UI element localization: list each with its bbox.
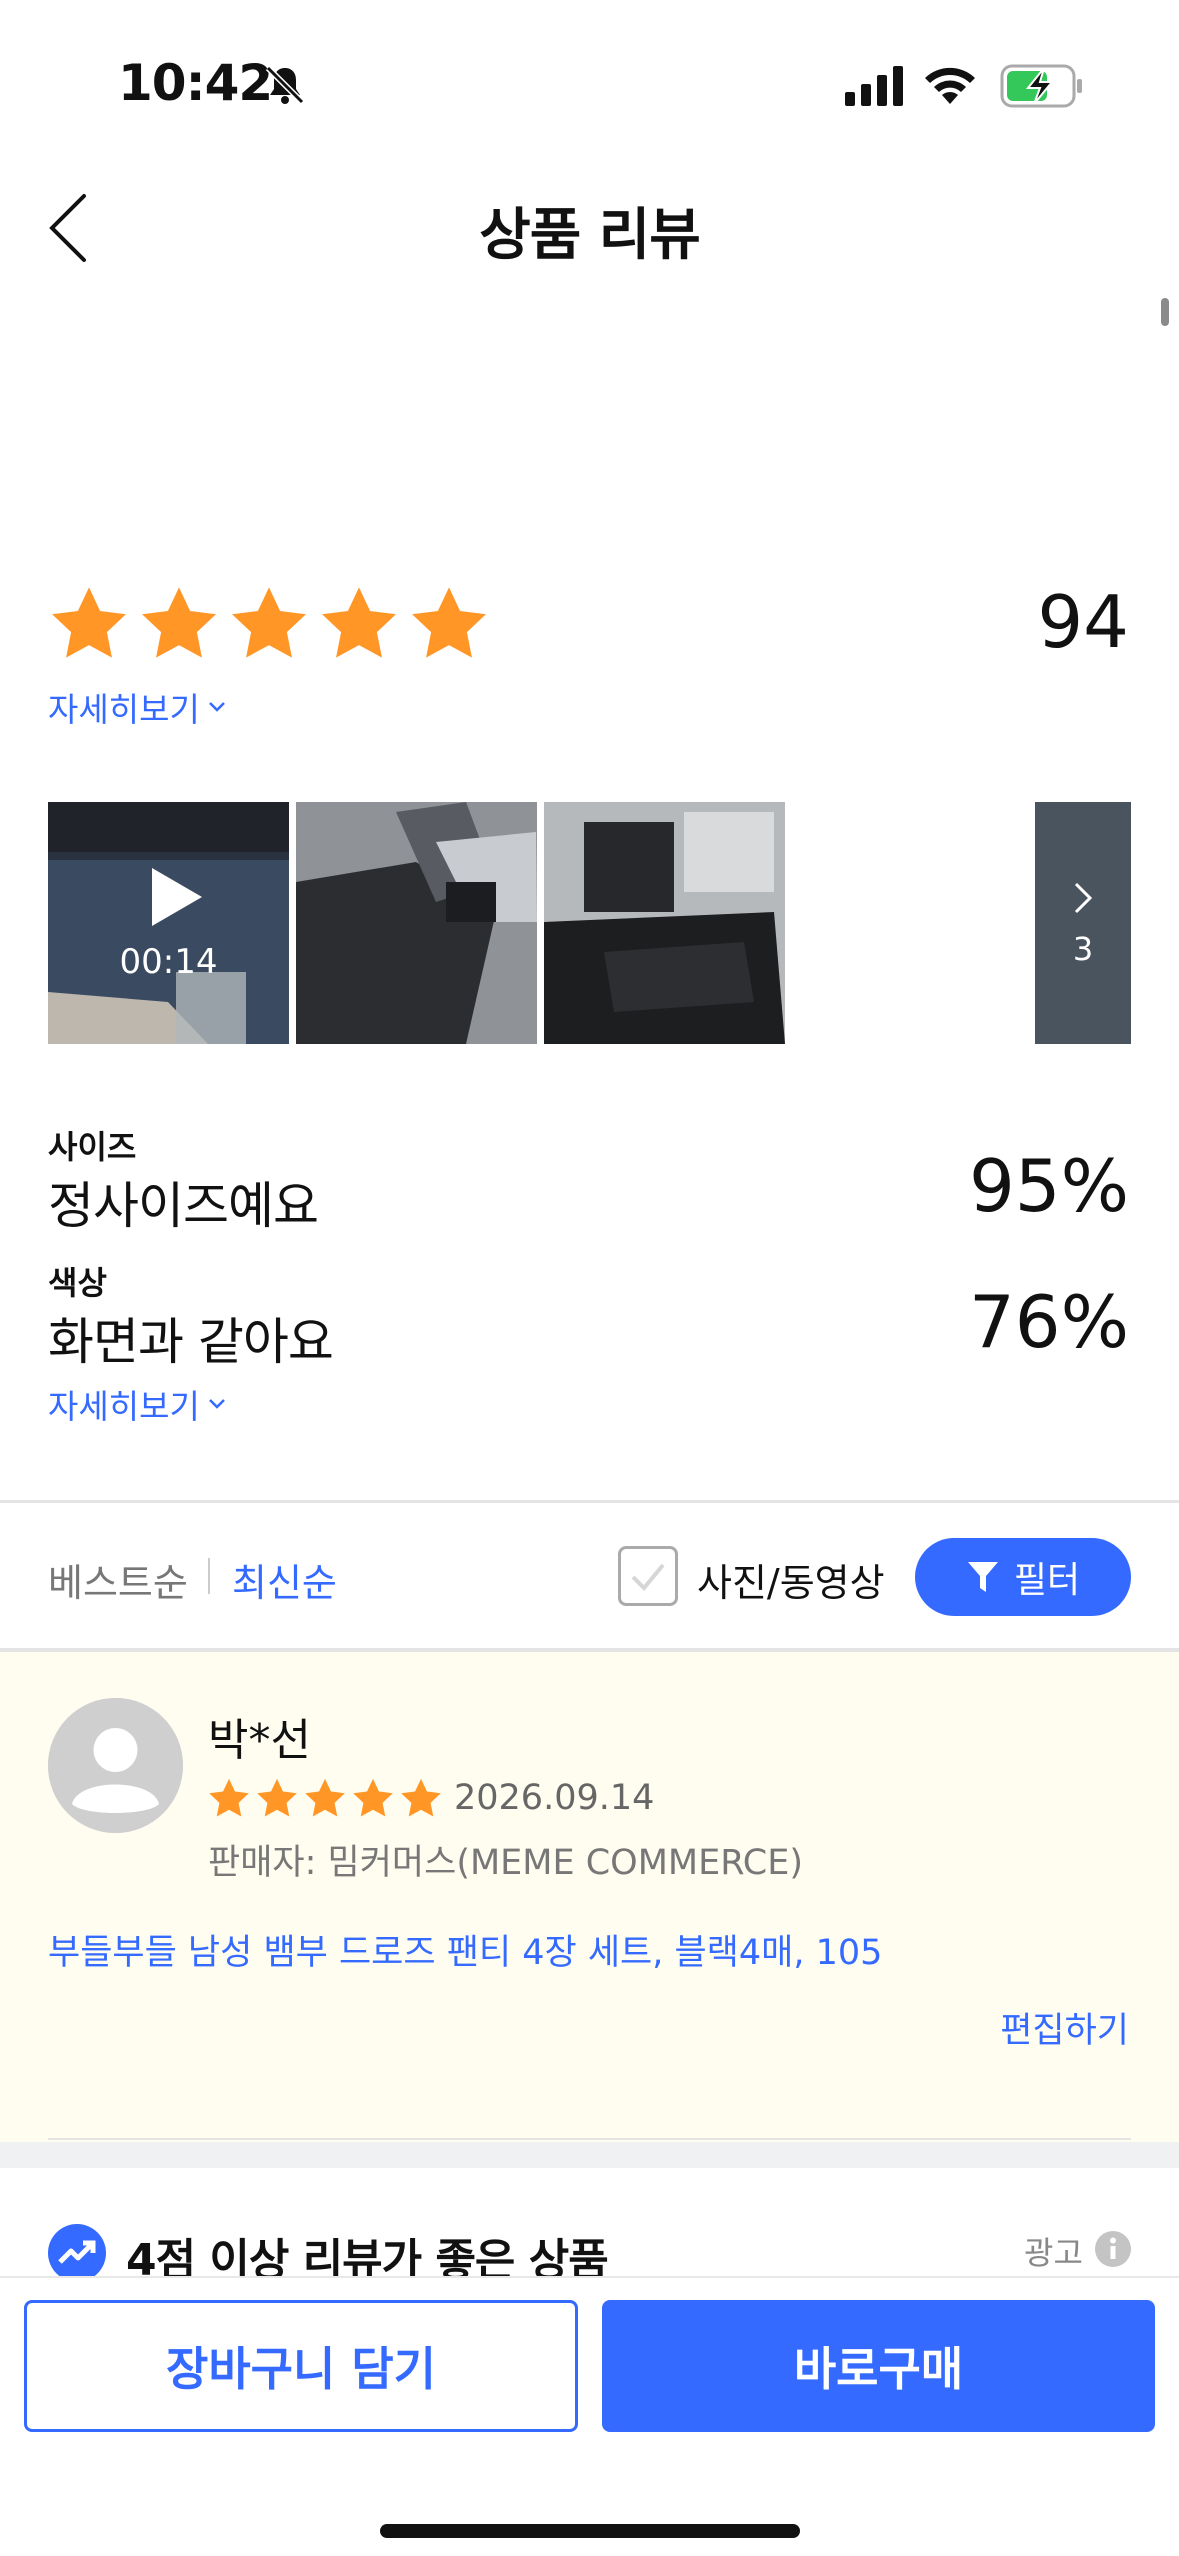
page-title: 상품 리뷰: [479, 203, 701, 268]
reviewer-name: 박*선: [208, 1715, 311, 1766]
survey-percent-size: 95%: [968, 1144, 1129, 1228]
avatar: [48, 1698, 183, 1833]
divider: [48, 2138, 1131, 2140]
edit-review-link[interactable]: 편집하기: [1000, 2002, 1129, 2053]
chevron-right-icon: [1074, 882, 1093, 914]
buy-now-button[interactable]: 바로구매: [602, 2300, 1155, 2432]
review-count: 94: [1037, 580, 1129, 664]
battery-charging-icon: [1000, 64, 1082, 108]
star-icon: [322, 587, 396, 658]
survey-answer-color: 화면과 같아요: [48, 1313, 334, 1371]
play-icon: [152, 868, 202, 926]
check-icon: [631, 1563, 665, 1591]
sort-best-button[interactable]: 베스트순: [48, 1552, 188, 1607]
bottom-action-bar: 장바구니 담기 바로구매: [0, 2276, 1179, 2556]
filter-button-label: 필터: [1013, 1560, 1081, 1601]
home-indicator[interactable]: [380, 2524, 800, 2538]
seller-name: 판매자: 밈커머스(MEME COMMERCE): [208, 1843, 804, 1883]
star-icon: [52, 587, 126, 658]
header: 상품 리뷰: [0, 160, 1179, 290]
rating-stars: [46, 582, 492, 672]
star-icon: [353, 1778, 393, 1817]
status-time: 10:42: [118, 54, 273, 112]
video-duration: 00:14: [119, 942, 218, 982]
survey-question-size: 사이즈: [48, 1128, 137, 1166]
review-date: 2026.09.14: [454, 1778, 655, 1818]
more-media-button[interactable]: 3: [1035, 802, 1131, 1044]
photo-video-label[interactable]: 사진/동영상: [697, 1552, 885, 1607]
survey-detail-label: 자세히보기: [48, 1387, 200, 1426]
ad-label: 광고: [1024, 2234, 1083, 2272]
star-icon: [305, 1778, 345, 1817]
photo-thumbnail[interactable]: [296, 802, 537, 1044]
trending-up-icon: [48, 2224, 106, 2282]
review-card: 박*선 2026.09.14 판매자: 밈커머스(MEME COMMERCE) …: [0, 1652, 1179, 2142]
add-to-cart-button[interactable]: 장바구니 담기: [24, 2300, 578, 2432]
survey-percent-color: 76%: [968, 1280, 1129, 1364]
section-separator: [0, 2142, 1179, 2168]
photo-thumbnail-image: [296, 802, 537, 1044]
scrollbar[interactable]: [1161, 298, 1169, 326]
star-icon: [209, 1778, 249, 1817]
survey-question-color: 색상: [48, 1264, 107, 1302]
photo-video-checkbox[interactable]: [618, 1546, 678, 1606]
survey-detail-link[interactable]: 자세히보기: [48, 1380, 228, 1428]
star-icon: [257, 1778, 297, 1817]
chevron-down-icon: [208, 1399, 225, 1409]
more-media-count: 3: [1072, 930, 1094, 968]
user-avatar-icon: [48, 1698, 183, 1833]
video-thumbnail[interactable]: 00:14: [48, 802, 289, 1044]
recommendation-section: 4점 이상 리뷰가 좋은 상품 광고: [0, 2168, 1179, 2286]
review-stars: [206, 1776, 444, 1822]
star-icon: [232, 587, 306, 658]
wifi-icon: [925, 67, 975, 104]
sort-latest-button[interactable]: 최신순: [232, 1552, 337, 1607]
star-icon: [142, 587, 216, 658]
rating-detail-link[interactable]: 자세히보기: [48, 683, 228, 731]
status-bar: 10:42: [0, 0, 1179, 150]
sort-separator: [208, 1558, 210, 1594]
rating-detail-label: 자세히보기: [48, 690, 200, 729]
photo-thumbnail[interactable]: [544, 802, 785, 1044]
funnel-icon: [967, 1562, 998, 1592]
divider: [0, 1500, 1179, 1503]
filter-button[interactable]: 필터: [915, 1538, 1131, 1616]
photo-thumbnail-image: [544, 802, 785, 1044]
info-icon[interactable]: [1094, 2230, 1132, 2268]
bell-slash-icon: [265, 65, 305, 105]
cellular-signal-icon: [845, 66, 903, 106]
chevron-down-icon: [208, 702, 225, 712]
survey-answer-size: 정사이즈예요: [48, 1177, 319, 1235]
star-icon: [412, 587, 486, 658]
star-icon: [401, 1778, 441, 1817]
product-option-link[interactable]: 부들부들 남성 뱀부 드로즈 팬티 4장 세트, 블랙4매, 105: [48, 1924, 882, 1975]
